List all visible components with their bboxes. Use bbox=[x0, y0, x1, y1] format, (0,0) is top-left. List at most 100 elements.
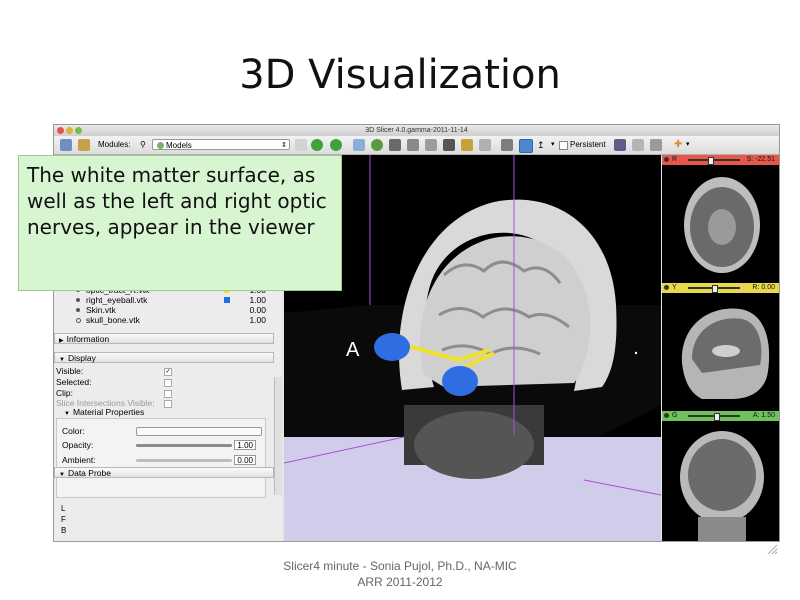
coronal-neck bbox=[698, 517, 746, 541]
save-icon[interactable] bbox=[78, 139, 90, 151]
axial-brain-center bbox=[708, 209, 736, 245]
data-probe-label: Data Probe bbox=[67, 468, 111, 478]
layout-icon[interactable] bbox=[501, 139, 513, 151]
list-item[interactable]: right_eyeball.vtk 1.00 bbox=[76, 295, 266, 305]
slice-offset-knob[interactable] bbox=[712, 285, 718, 293]
slice-letter: Y bbox=[672, 284, 677, 291]
selected-checkbox[interactable] bbox=[164, 379, 172, 387]
data-probe-axes: L F B bbox=[61, 503, 66, 536]
home-icon[interactable] bbox=[353, 139, 365, 151]
crosshair-icon[interactable]: ✚ bbox=[674, 139, 682, 151]
color-picker-button[interactable] bbox=[136, 427, 262, 436]
data-probe-section-header[interactable]: ▼ Data Probe bbox=[54, 467, 274, 478]
left-eyeball bbox=[374, 333, 410, 361]
visibility-eye-closed-icon[interactable] bbox=[76, 318, 81, 323]
red-slice-view[interactable] bbox=[662, 165, 780, 281]
anterior-orientation-label: A bbox=[346, 339, 360, 361]
corpus-callosum bbox=[712, 345, 740, 357]
back-arrow-icon[interactable] bbox=[311, 139, 323, 151]
annotation-icon[interactable] bbox=[479, 139, 491, 151]
clip-checkbox[interactable] bbox=[164, 390, 172, 398]
display-section-header[interactable]: ▼ Display bbox=[54, 352, 274, 363]
list-item[interactable]: skull_bone.vtk 1.00 bbox=[76, 315, 266, 325]
opacity-label: Opacity: bbox=[62, 440, 94, 450]
slice-offset-slider[interactable] bbox=[688, 159, 740, 161]
visible-checkbox[interactable]: ✓ bbox=[164, 368, 172, 376]
red-slice-controller[interactable]: R S: -22.51 bbox=[662, 155, 779, 165]
screenshot-icon[interactable] bbox=[614, 139, 626, 151]
rotate-mode-icon[interactable] bbox=[519, 139, 533, 153]
model-opacity: 1.00 bbox=[249, 295, 266, 305]
slide-title: 3D Visualization bbox=[239, 52, 561, 98]
transforms-icon[interactable] bbox=[425, 139, 437, 151]
crosshair-dropdown-icon[interactable]: ▾ bbox=[686, 139, 690, 151]
module-history-icon[interactable] bbox=[295, 139, 307, 151]
models-tree: optic_tract_R.vtk 1.00 right_eyeball.vtk… bbox=[76, 285, 266, 325]
data-module-icon[interactable] bbox=[371, 139, 383, 151]
visibility-eye-icon[interactable] bbox=[76, 308, 80, 312]
model-opacity: 1.00 bbox=[249, 315, 266, 325]
selected-label: Selected: bbox=[56, 377, 92, 387]
slice-letter: R bbox=[672, 156, 678, 163]
ambient-spinbox[interactable]: 0.00 bbox=[234, 455, 256, 465]
slice-views: R S: -22.51 Y R: 0.00 G A: 1.50 bbox=[662, 155, 780, 542]
list-item[interactable]: Skin.vtk 0.00 bbox=[76, 305, 266, 315]
volumes-icon[interactable] bbox=[389, 139, 401, 151]
modules-label: Modules: bbox=[98, 140, 131, 149]
slide-footer: Slicer4 minute - Sonia Pujol, Ph.D., NA-… bbox=[0, 558, 800, 590]
model-name: Skin.vtk bbox=[86, 305, 116, 315]
axis-label-b: B bbox=[61, 526, 67, 535]
slice-pin-icon[interactable] bbox=[664, 285, 669, 290]
yellow-slice-controller[interactable]: Y R: 0.00 bbox=[662, 283, 779, 293]
right-eyeball bbox=[442, 366, 478, 396]
persistent-label: Persistent bbox=[570, 140, 606, 149]
search-icon[interactable]: ⚲ bbox=[140, 139, 146, 151]
axis-label-l: L bbox=[61, 504, 66, 513]
opacity-spinbox[interactable]: 1.00 bbox=[234, 440, 256, 450]
slice-pin-icon[interactable] bbox=[664, 157, 669, 162]
yellow-slice-view[interactable] bbox=[662, 293, 780, 409]
forward-arrow-icon[interactable] bbox=[330, 139, 342, 151]
material-properties-header[interactable]: ▼ Material Properties bbox=[64, 407, 144, 417]
slice-offset-knob[interactable] bbox=[708, 157, 714, 165]
information-section-header[interactable]: ▶ Information bbox=[54, 333, 274, 344]
maximize-window-button[interactable] bbox=[75, 127, 82, 134]
minimize-window-button[interactable] bbox=[66, 127, 73, 134]
scene-view-icon[interactable] bbox=[632, 139, 644, 151]
slice-offset-knob[interactable] bbox=[714, 413, 720, 421]
window-title: 3D Slicer 4.0.gamma-2011-11-14 bbox=[365, 127, 468, 134]
slice-intersections-checkbox[interactable] bbox=[164, 400, 172, 408]
select-arrows-icon: ⇕ bbox=[281, 142, 287, 149]
green-slice-controller[interactable]: G A: 1.50 bbox=[662, 411, 779, 421]
ambient-slider[interactable] bbox=[136, 459, 232, 462]
model-color-swatch[interactable] bbox=[224, 297, 230, 303]
models-icon[interactable] bbox=[407, 139, 419, 151]
material-properties-group: Color: Opacity: 1.00 Ambient: 0.00 bbox=[54, 418, 272, 498]
visible-label: Visible: bbox=[56, 366, 84, 376]
ambient-label: Ambient: bbox=[62, 455, 96, 465]
slice-pin-icon[interactable] bbox=[664, 413, 669, 418]
visible-row: Visible: ✓ bbox=[56, 366, 176, 376]
measurements-icon[interactable] bbox=[461, 139, 473, 151]
modules-select[interactable]: Models ⇕ bbox=[152, 139, 290, 150]
data-icon[interactable] bbox=[60, 139, 72, 151]
expanded-triangle-icon: ▼ bbox=[64, 411, 70, 417]
dropdown-arrow-icon[interactable]: ▾ bbox=[551, 139, 555, 151]
orientation-dot bbox=[634, 351, 638, 355]
footer-event: ARR 2011-2012 bbox=[357, 575, 443, 589]
modules-select-value: Models bbox=[166, 141, 192, 150]
mouse-mode-icon[interactable]: ↥ bbox=[537, 139, 545, 151]
model-name: right_eyeball.vtk bbox=[86, 295, 148, 305]
clip-label: Clip: bbox=[56, 388, 74, 398]
close-window-button[interactable] bbox=[57, 127, 64, 134]
opacity-slider-fill bbox=[136, 444, 232, 447]
information-label: Information bbox=[66, 334, 110, 344]
editor-icon[interactable] bbox=[443, 139, 455, 151]
persistent-checkbox[interactable] bbox=[559, 141, 568, 150]
resize-grip-icon[interactable] bbox=[766, 543, 778, 555]
visibility-eye-icon[interactable] bbox=[76, 298, 80, 302]
module-panel-scrollbar[interactable] bbox=[274, 377, 282, 495]
green-slice-view[interactable] bbox=[662, 421, 780, 542]
crosshair-extension-icon[interactable] bbox=[650, 139, 662, 151]
opacity-slider[interactable] bbox=[136, 444, 232, 447]
